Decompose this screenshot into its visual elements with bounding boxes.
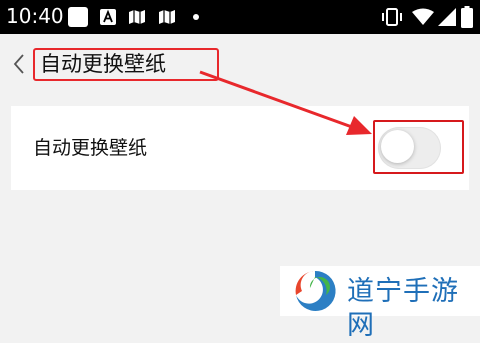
- watermark: 道宁手游网: [280, 266, 480, 341]
- watermark-text: 道宁手游网: [347, 276, 459, 341]
- swirl-logo-icon: [292, 268, 338, 314]
